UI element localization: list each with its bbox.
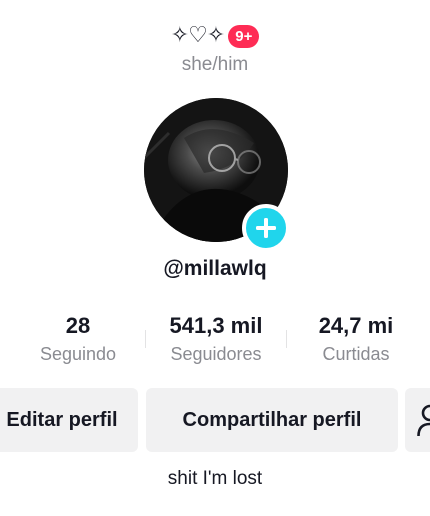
notification-badge[interactable]: 9+ <box>228 24 260 48</box>
edit-profile-button[interactable]: Editar perfil <box>0 388 138 452</box>
stat-label: Curtidas <box>322 344 390 364</box>
profile-actions: Editar perfil Compartilhar perfil <box>0 388 430 452</box>
add-friends-button[interactable] <box>405 388 430 452</box>
stat-value: 24,7 mi <box>318 313 394 338</box>
stat-following[interactable]: 28 Seguindo <box>8 312 148 365</box>
stat-value: 28 <box>65 313 91 338</box>
stat-value: 541,3 mil <box>169 313 263 338</box>
profile-header: ✧♡✧ 9+ <box>0 22 430 50</box>
share-profile-button[interactable]: Compartilhar perfil <box>146 388 398 452</box>
stat-likes[interactable]: 24,7 mi Curtidas <box>286 312 426 365</box>
profile-screen: ✧♡✧ 9+ she/him @millawlq 28 Seguindo 541… <box>0 0 430 516</box>
add-story-button[interactable] <box>242 204 290 252</box>
profile-stats: 28 Seguindo 541,3 mil Seguidores 24,7 mi… <box>0 312 430 372</box>
display-name-glyphs: ✧♡✧ <box>170 23 226 48</box>
stat-followers[interactable]: 541,3 mil Seguidores <box>146 312 286 365</box>
pronouns-text: she/him <box>181 54 249 75</box>
add-friend-icon <box>417 404 430 437</box>
avatar-container <box>144 98 290 252</box>
username: @millawlq <box>163 257 267 280</box>
stat-label: Seguidores <box>170 344 262 364</box>
plus-icon <box>256 218 276 238</box>
stat-label: Seguindo <box>39 344 117 364</box>
bio-text: shit I'm lost <box>167 468 263 489</box>
